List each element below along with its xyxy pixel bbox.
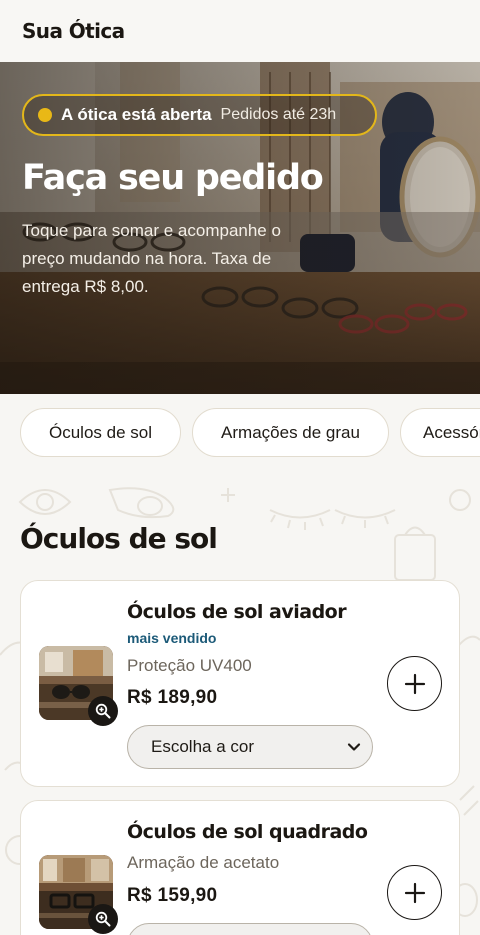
product-name: Óculos de sol aviador bbox=[127, 601, 347, 623]
hero-banner: A ótica está aberta Pedidos até 23h Faça… bbox=[0, 62, 480, 394]
hero-description: Toque para somar e acompanhe o preço mud… bbox=[22, 221, 281, 296]
status-label: A ótica está aberta bbox=[61, 105, 212, 124]
product-price: R$ 189,90 bbox=[127, 687, 218, 708]
color-select-value: Escolha a cor bbox=[151, 737, 254, 756]
open-status-dot-icon bbox=[38, 108, 52, 122]
add-to-cart-button[interactable] bbox=[387, 865, 442, 920]
tab-armacoes-de-grau[interactable]: Armações de grau bbox=[192, 408, 389, 457]
hero-title: Faça seu pedido bbox=[22, 158, 324, 198]
zoom-in-icon[interactable] bbox=[88, 696, 118, 726]
product-name: Óculos de sol quadrado bbox=[127, 821, 368, 843]
tab-oculos-de-sol[interactable]: Óculos de sol bbox=[20, 408, 181, 457]
color-select[interactable] bbox=[127, 923, 373, 935]
section-title: Óculos de sol bbox=[20, 522, 218, 555]
product-price: R$ 159,90 bbox=[127, 885, 218, 906]
product-description: Armação de acetato bbox=[127, 853, 280, 872]
top-bar: Sua Ótica bbox=[0, 0, 480, 62]
product-card: Óculos de sol quadrado Armação de acetat… bbox=[20, 800, 460, 935]
zoom-in-icon[interactable] bbox=[88, 904, 118, 934]
category-tabs: Óculos de sol Armações de grau Acessório… bbox=[20, 408, 480, 458]
tab-acessorios[interactable]: Acessórios bbox=[400, 408, 480, 457]
store-status-badge: A ótica está aberta Pedidos até 23h bbox=[22, 94, 377, 136]
bestseller-badge: mais vendido bbox=[127, 630, 217, 646]
product-card: Óculos de sol aviador mais vendido Prote… bbox=[20, 580, 460, 787]
chevron-down-icon bbox=[347, 743, 361, 751]
product-description: Proteção UV400 bbox=[127, 656, 252, 675]
brand-logo[interactable]: Sua Ótica bbox=[22, 19, 125, 43]
color-select[interactable]: Escolha a cor bbox=[127, 725, 373, 769]
add-to-cart-button[interactable] bbox=[387, 656, 442, 711]
plus-icon bbox=[404, 673, 425, 694]
status-hours: Pedidos até 23h bbox=[220, 106, 337, 123]
plus-icon bbox=[404, 882, 425, 903]
